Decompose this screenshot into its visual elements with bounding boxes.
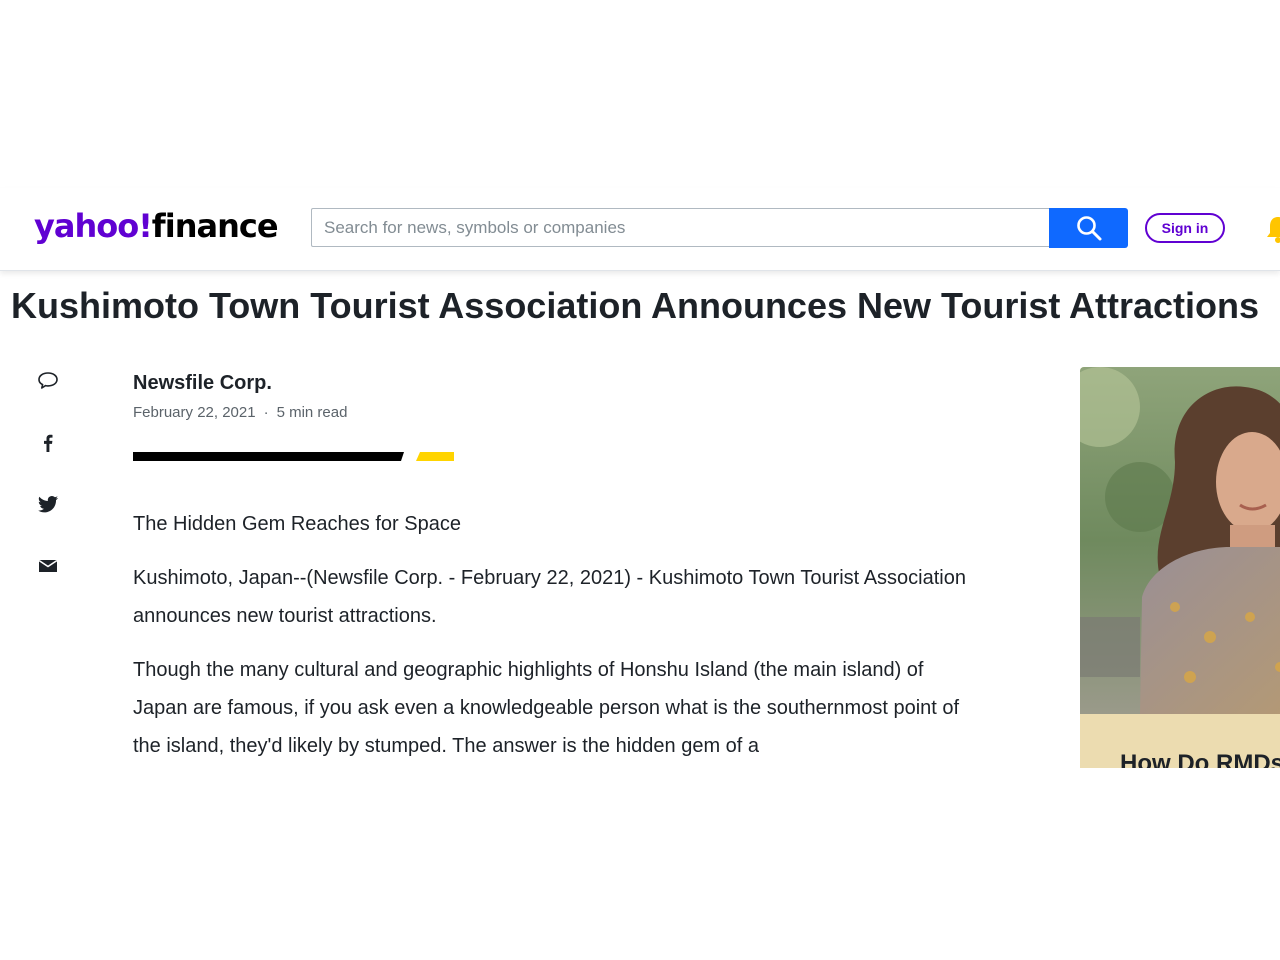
ad-title[interactable]: How Do RMDs bbox=[1120, 750, 1280, 768]
twitter-icon bbox=[38, 496, 58, 513]
article-paragraph: Kushimoto, Japan--(Newsfile Corp. - Febr… bbox=[133, 567, 966, 627]
logo-yahoo-text: yahoo! bbox=[34, 207, 153, 245]
comment-icon bbox=[38, 372, 58, 389]
article-paragraph: Though the many cultural and geographic … bbox=[133, 659, 960, 757]
notifications-button[interactable] bbox=[1263, 214, 1280, 244]
divider-black-bar bbox=[133, 452, 404, 461]
sign-in-button[interactable]: Sign in bbox=[1145, 213, 1225, 243]
share-email-button[interactable] bbox=[30, 551, 66, 581]
article-paragraph: The Hidden Gem Reaches for Space bbox=[133, 513, 461, 535]
sponsored-ad-card[interactable]: How Do RMDs bbox=[1080, 367, 1280, 768]
article-body: The Hidden Gem Reaches for Space Kushimo… bbox=[133, 505, 973, 768]
comments-button[interactable] bbox=[30, 366, 66, 396]
share-twitter-button[interactable] bbox=[30, 489, 66, 519]
author-name[interactable]: Newsfile Corp. bbox=[133, 369, 347, 397]
divider-yellow-bar bbox=[416, 452, 454, 461]
logo-finance-text: finance bbox=[151, 207, 279, 245]
page: yahoo!finance Sign in Kushimoto Town Tou… bbox=[0, 0, 1280, 960]
article-meta: February 22, 2021 · 5 min read bbox=[133, 403, 347, 423]
byline-divider bbox=[133, 452, 454, 461]
meta-separator: · bbox=[263, 404, 269, 421]
yahoo-finance-logo[interactable]: yahoo!finance bbox=[34, 206, 279, 246]
site-header: yahoo!finance Sign in bbox=[0, 188, 1280, 271]
publish-date: February 22, 2021 bbox=[133, 404, 256, 421]
byline: Newsfile Corp. February 22, 2021 · 5 min r… bbox=[133, 369, 347, 423]
read-time: 5 min read bbox=[276, 404, 348, 421]
article-headline: Kushimoto Town Tourist Association Annou… bbox=[11, 285, 1260, 326]
search-field[interactable] bbox=[311, 208, 1049, 247]
search-input[interactable] bbox=[312, 209, 1049, 246]
facebook-icon bbox=[44, 434, 53, 452]
search-icon bbox=[1076, 216, 1101, 241]
bell-icon bbox=[1267, 217, 1280, 243]
share-facebook-button[interactable] bbox=[30, 428, 66, 458]
mail-icon bbox=[38, 559, 58, 572]
ad-image bbox=[1080, 367, 1280, 714]
search-button[interactable] bbox=[1049, 208, 1128, 248]
